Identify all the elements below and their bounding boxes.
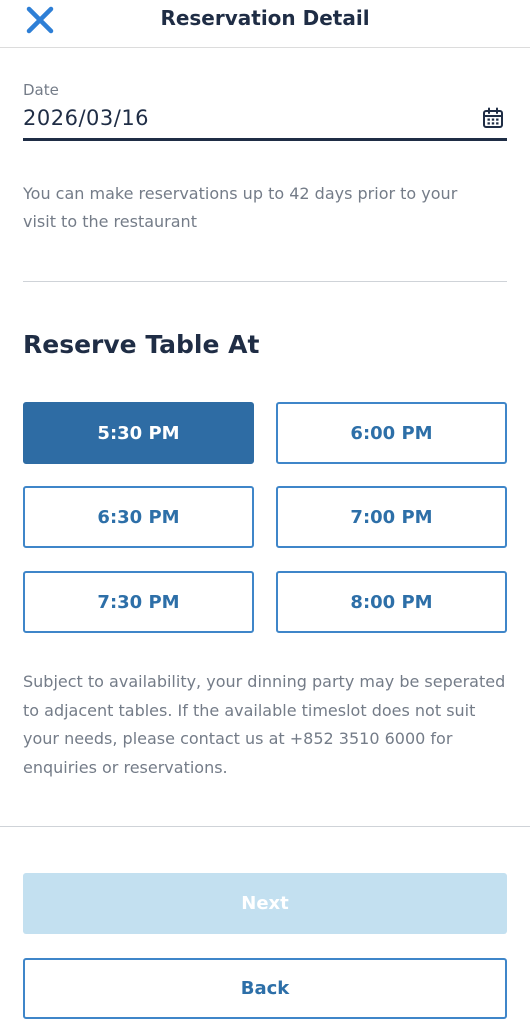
divider [23,281,507,282]
reservation-window-note: You can make reservations up to 42 days … [23,184,458,231]
date-label: Date [23,81,59,99]
next-button[interactable]: Next [23,873,507,934]
date-section: Date 2026/03/16 [23,80,507,141]
time-slot-button[interactable]: 6:30 PM [23,486,254,548]
page-title: Reservation Detail [160,6,370,30]
divider [0,826,530,827]
header-bar: Reservation Detail [0,0,530,48]
time-slot-button[interactable]: 7:00 PM [276,486,507,548]
date-value: 2026/03/16 [23,106,150,130]
availability-disclaimer: Subject to availability, your dinning pa… [23,672,506,777]
back-button[interactable]: Back [23,958,507,1019]
time-slot-button[interactable]: 7:30 PM [23,571,254,633]
time-slot-button[interactable]: 8:00 PM [276,571,507,633]
section-title: Reserve Table At [23,330,260,359]
time-slot-button[interactable]: 6:00 PM [276,402,507,464]
date-field[interactable]: 2026/03/16 [23,102,507,141]
time-slot-button[interactable]: 5:30 PM [23,402,254,464]
calendar-icon[interactable] [481,106,505,130]
